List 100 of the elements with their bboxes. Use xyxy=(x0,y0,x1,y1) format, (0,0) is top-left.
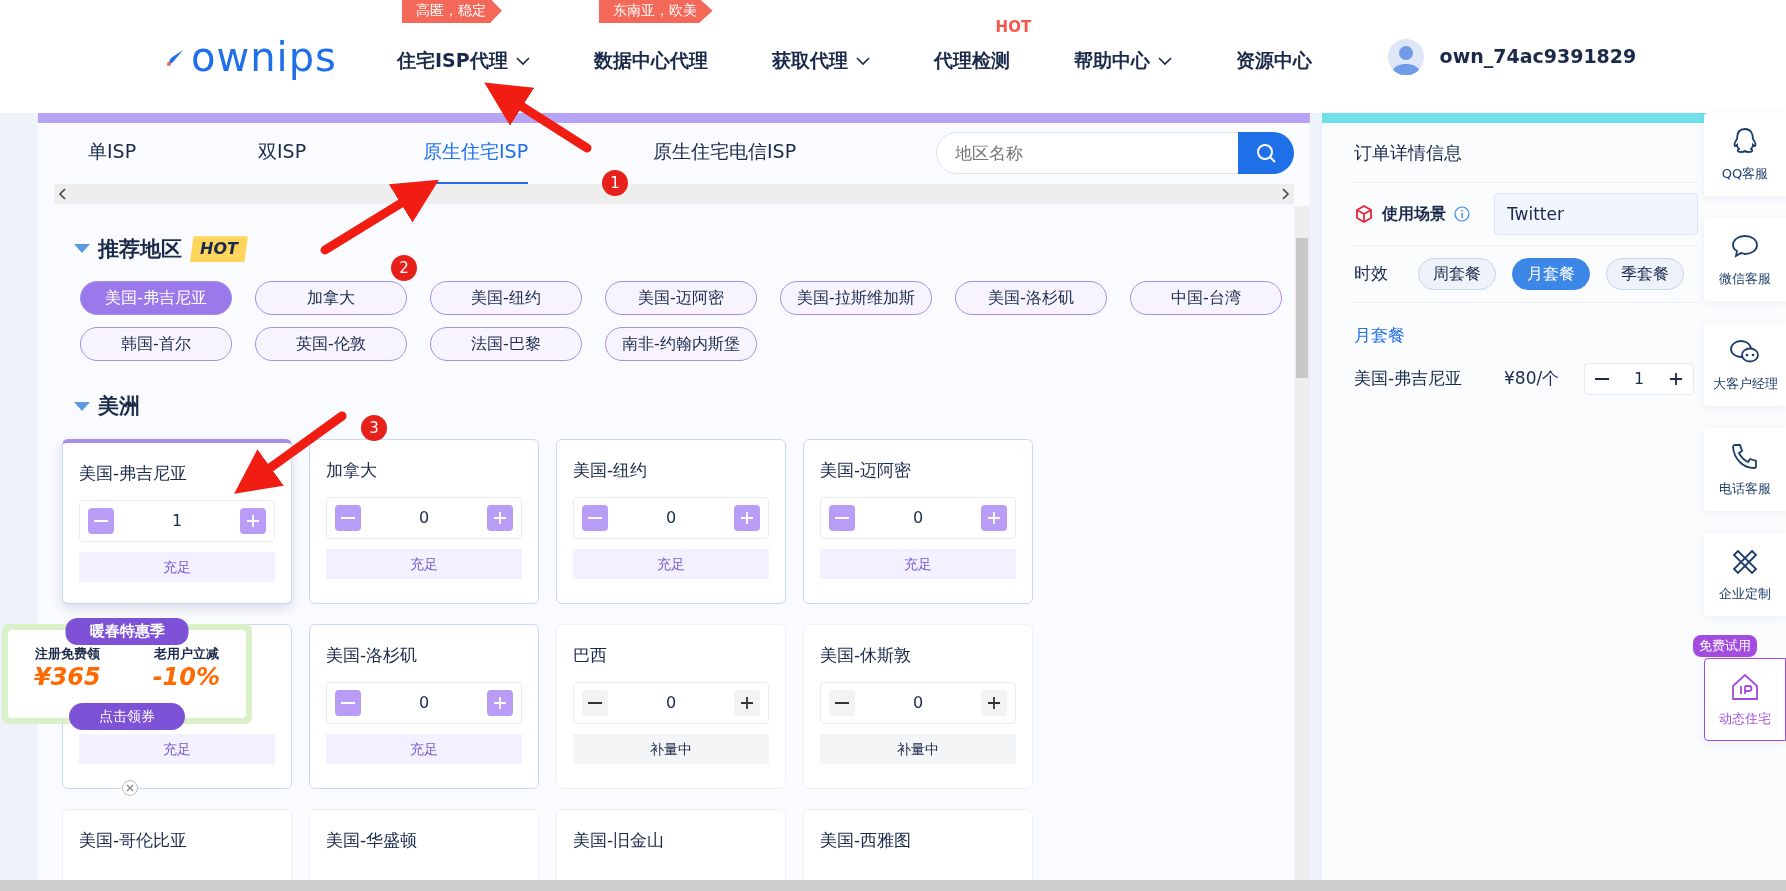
card-title: 加拿大 xyxy=(326,458,378,482)
quantity-value: 0 xyxy=(418,507,430,529)
tab[interactable]: 单ISP xyxy=(88,123,137,184)
region-card[interactable]: 美国-华盛顿 xyxy=(309,808,539,880)
card-title: 美国-华盛顿 xyxy=(326,828,419,852)
quantity-stepper[interactable]: 1 xyxy=(1584,362,1694,395)
card-title: 巴西 xyxy=(573,643,608,667)
minus-icon xyxy=(835,702,849,704)
card-title: 美国-迈阿密 xyxy=(820,458,913,482)
plan-option[interactable]: 月套餐 xyxy=(1512,258,1590,290)
horizontal-scrollbar[interactable] xyxy=(0,880,1786,891)
plus-icon xyxy=(246,514,260,528)
region-chip[interactable]: 美国-迈阿密 xyxy=(605,281,757,315)
tab[interactable]: 原生住宅电信ISP xyxy=(653,123,797,184)
minus-icon xyxy=(341,702,355,704)
stock-status: 充足 xyxy=(573,549,769,579)
region-chip[interactable]: 韩国-首尔 xyxy=(80,327,232,361)
chevron-right-icon xyxy=(1282,187,1290,200)
plus-icon xyxy=(740,696,754,710)
stock-status: 充足 xyxy=(79,734,275,764)
stock-status: 充足 xyxy=(326,549,522,579)
minus-icon xyxy=(94,520,108,522)
card-title: 美国-旧金山 xyxy=(573,828,666,852)
card-title: 美国-哥伦比亚 xyxy=(79,828,189,852)
stock-status: 充足 xyxy=(79,552,275,582)
section-title: 推荐地区 xyxy=(98,235,182,263)
region-chip[interactable]: 法国-巴黎 xyxy=(430,327,582,361)
plan-option[interactable]: 季套餐 xyxy=(1606,258,1684,290)
plus-icon xyxy=(987,696,1001,710)
region-card[interactable]: 美国-休斯敦 0 补量中 xyxy=(803,623,1033,789)
search-button[interactable] xyxy=(1238,132,1294,175)
triangle-down-icon xyxy=(74,401,90,412)
section-title: 美洲 xyxy=(98,393,140,420)
region-chip[interactable]: 加拿大 xyxy=(255,281,407,315)
plus-icon xyxy=(1669,371,1683,386)
nav-link[interactable]: 获取代理 xyxy=(771,46,870,75)
hot-label: HOT xyxy=(995,17,1032,39)
search-icon xyxy=(1256,143,1276,164)
region-chip[interactable]: 南非-约翰内斯堡 xyxy=(605,327,757,361)
stock-status: 充足 xyxy=(820,549,1016,579)
region-chip[interactable]: 美国-拉斯维加斯 xyxy=(780,281,932,315)
quantity-value: 0 xyxy=(418,692,430,714)
side-tool-button[interactable]: 电话客服 xyxy=(1704,428,1786,511)
side-tool-button[interactable]: 企业定制 xyxy=(1704,533,1786,616)
card-title: 美国-纽约 xyxy=(573,458,649,482)
field-label: 时效 xyxy=(1354,262,1388,286)
logo[interactable]: ownips xyxy=(191,26,337,87)
hot-badge: HOT xyxy=(190,236,248,263)
quantity-value: 0 xyxy=(665,692,677,714)
search-field[interactable]: 地区名称 xyxy=(936,132,1238,175)
promo-value: -10% xyxy=(152,663,221,690)
stock-status: 充足 xyxy=(326,734,522,764)
region-chip[interactable]: 英国-伦敦 xyxy=(255,327,407,361)
region-chip[interactable]: 美国-洛杉矶 xyxy=(955,281,1107,315)
card-title: 美国-弗吉尼亚 xyxy=(79,461,189,485)
item-name: 美国-弗吉尼亚 xyxy=(1354,366,1464,390)
side-tool-button[interactable]: 微信客服 xyxy=(1704,218,1786,301)
region-chip[interactable]: 中国-台湾 xyxy=(1130,281,1282,315)
plan-title: 月套餐 xyxy=(1354,324,1406,347)
cube-icon xyxy=(1354,204,1374,224)
region-card[interactable]: 美国-哥伦比亚 xyxy=(62,808,292,880)
promo-title: 暖春特惠季 xyxy=(65,618,189,645)
plan-option[interactable]: 周套餐 xyxy=(1418,258,1496,290)
increase-button[interactable] xyxy=(981,690,1007,716)
card-title: 美国-休斯敦 xyxy=(820,643,913,667)
nav-link[interactable]: 帮助中心 xyxy=(1073,46,1172,75)
card-title: 美国-西雅图 xyxy=(820,828,913,852)
username[interactable]: own_74ac9391829 xyxy=(1439,42,1637,71)
claim-button[interactable]: 点击领券 xyxy=(69,703,185,730)
promo-label: 老用户立减 xyxy=(152,645,220,663)
stock-status: 补量中 xyxy=(820,734,1016,764)
increase-button[interactable] xyxy=(734,690,760,716)
quantity-value: 1 xyxy=(171,510,183,532)
decrease-button[interactable] xyxy=(829,690,855,716)
panel-title: 订单详情信息 xyxy=(1354,123,1698,183)
minus-icon xyxy=(1595,377,1609,380)
region-card[interactable]: 巴西 0 补量中 xyxy=(556,623,786,789)
region-chip[interactable]: 美国-纽约 xyxy=(430,281,582,315)
decrease-button[interactable] xyxy=(582,690,608,716)
info-icon xyxy=(1454,206,1470,222)
region-card[interactable]: 美国-西雅图 xyxy=(803,808,1033,880)
quantity-value: 0 xyxy=(912,507,924,529)
side-tool-button[interactable]: 大客户经理 xyxy=(1704,323,1786,406)
region-card[interactable]: 美国-旧金山 xyxy=(556,808,786,880)
minus-icon xyxy=(588,517,602,519)
close-icon xyxy=(126,784,134,792)
usage-field[interactable]: Twitter xyxy=(1494,193,1698,235)
tab[interactable]: 双ISP xyxy=(258,123,307,184)
minus-icon xyxy=(835,517,849,519)
vertical-scrollbar[interactable] xyxy=(1294,206,1310,880)
quantity-value: 0 xyxy=(912,692,924,714)
nav-link[interactable]: 资源中心 xyxy=(1235,46,1312,75)
field-label: 使用场景 xyxy=(1382,203,1446,225)
nav-tag: 东南亚，欧美 xyxy=(598,0,713,24)
quantity-value: 0 xyxy=(665,507,677,529)
plus-icon xyxy=(493,696,507,710)
plus-icon xyxy=(987,511,1001,525)
side-tool-button[interactable]: QQ客服 xyxy=(1704,113,1786,196)
plus-icon xyxy=(493,511,507,525)
trial-tag: 免费试用 xyxy=(1693,635,1757,657)
